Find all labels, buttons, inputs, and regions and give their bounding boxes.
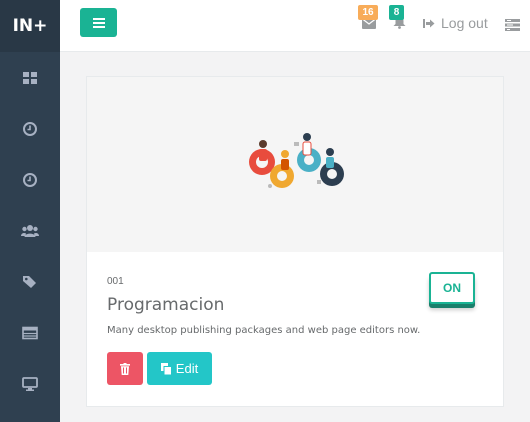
status-toggle-button[interactable]: ON bbox=[429, 272, 475, 304]
team-gears-illustration bbox=[249, 133, 344, 188]
card-title: Programacion bbox=[107, 295, 225, 315]
sidebar-item-dashboard[interactable] bbox=[0, 52, 60, 103]
sidebar-item-clock-1[interactable] bbox=[0, 103, 60, 154]
sidebar-item-monitor[interactable] bbox=[0, 358, 60, 409]
sidebar-item-tags[interactable] bbox=[0, 256, 60, 307]
sidebar-item-table[interactable] bbox=[0, 307, 60, 358]
logout-label: Log out bbox=[441, 15, 488, 31]
topbar: 16 8 Log out bbox=[60, 0, 530, 52]
project-card: 001 Programacion Many desktop publishing… bbox=[86, 76, 504, 407]
delete-button[interactable] bbox=[107, 352, 143, 385]
card-body: 001 Programacion Many desktop publishing… bbox=[87, 252, 503, 385]
toggle-sidebar-button[interactable] bbox=[80, 8, 117, 37]
messages-button[interactable]: 16 bbox=[358, 5, 378, 34]
sidebar-item-clock-2[interactable] bbox=[0, 154, 60, 205]
card-description: Many desktop publishing packages and web… bbox=[107, 325, 421, 336]
notifications-button[interactable]: 8 bbox=[389, 5, 406, 34]
logo[interactable]: IN+ bbox=[0, 0, 60, 52]
tags-icon bbox=[23, 275, 36, 288]
trash-icon bbox=[120, 362, 130, 375]
edit-label: Edit bbox=[175, 361, 199, 376]
sidebar-item-users[interactable] bbox=[0, 205, 60, 256]
card-id: 001 bbox=[107, 276, 124, 287]
table-icon bbox=[22, 326, 38, 339]
monitor-icon bbox=[22, 376, 38, 391]
sign-out-icon bbox=[423, 18, 435, 28]
right-sidebar-toggle[interactable] bbox=[505, 18, 520, 36]
users-icon bbox=[21, 224, 39, 237]
clock-icon bbox=[23, 121, 37, 136]
tasks-icon bbox=[505, 19, 520, 31]
card-image bbox=[87, 77, 503, 252]
copy-icon bbox=[160, 362, 172, 375]
messages-count-badge: 16 bbox=[358, 5, 378, 20]
edit-button[interactable]: Edit bbox=[147, 352, 212, 385]
dashboard-icon bbox=[23, 71, 37, 84]
sidebar: IN+ bbox=[0, 0, 60, 422]
hamburger-icon bbox=[92, 17, 105, 28]
notifications-count-badge: 8 bbox=[389, 5, 404, 20]
clock-icon bbox=[23, 172, 37, 187]
card-actions: Edit bbox=[107, 352, 483, 385]
logout-link[interactable]: Log out bbox=[423, 15, 488, 31]
